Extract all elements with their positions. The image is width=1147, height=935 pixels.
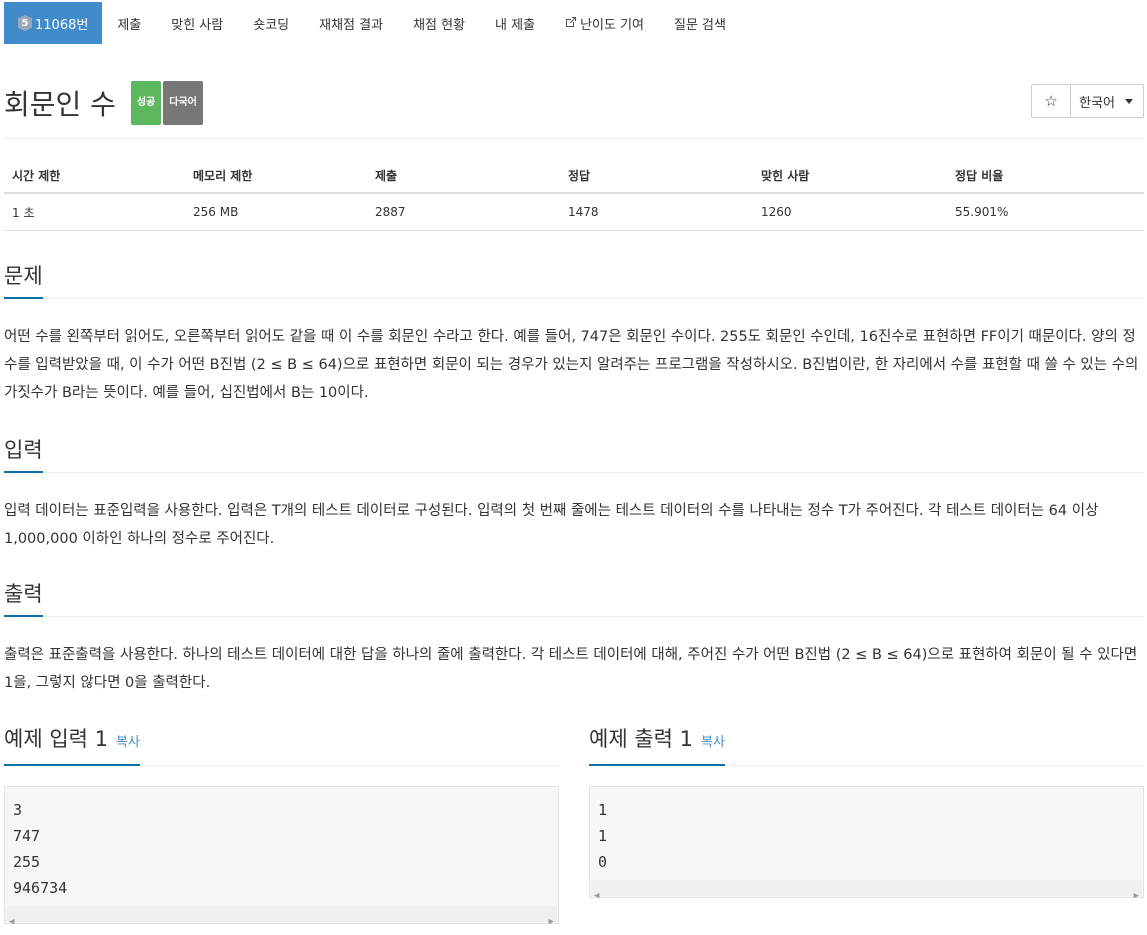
tab-status[interactable]: 채점 현황 (398, 2, 480, 44)
scroll-left-arrow-icon[interactable]: ◀ (9, 909, 14, 935)
output-description: 출력은 표준출력을 사용한다. 하나의 테스트 데이터에 대한 답을 하나의 줄… (4, 647, 1138, 691)
sample-output-heading: 예제 출력 1 복사 (589, 726, 725, 766)
title-row: 회문인 수 성공 다국어 ☆ 한국어 (4, 81, 1144, 139)
info-cell: 256 MB (185, 193, 367, 231)
copy-sample-input-button[interactable]: 복사 (116, 735, 140, 750)
tab-rejudge-results[interactable]: 재채점 결과 (304, 2, 398, 44)
problem-menu: 5 11068번 제출 맞힌 사람 숏코딩 재채점 결과 채점 현황 내 제출 … (4, 2, 741, 44)
problem-description: 어떤 수를 왼쪽부터 읽어도, 오른쪽부터 읽어도 같을 때 이 수를 회문인 … (4, 329, 1139, 401)
problem-page: 5 11068번 제출 맞힌 사람 숏코딩 재채점 결과 채점 현황 내 제출 … (0, 0, 1147, 927)
external-link-icon (565, 16, 577, 31)
sample-output-line: 1 (598, 827, 608, 845)
output-heading: 출력 (4, 581, 43, 617)
star-icon[interactable]: ☆ (1032, 85, 1072, 117)
tab-difficulty-label: 난이도 기여 (580, 17, 644, 33)
sample-input-line: 255 (13, 853, 41, 871)
caret-down-icon (1125, 98, 1133, 104)
sample-input-line: 747 (13, 827, 41, 845)
info-row: 1 초 256 MB 2887 1478 1260 55.901% (4, 193, 1144, 231)
output-section-header: 출력 (4, 580, 1144, 617)
sample-input-line: 3 (13, 801, 23, 819)
language-dropdown[interactable]: 한국어 (1071, 85, 1143, 117)
info-cell: 2887 (367, 193, 560, 231)
sample-input-lines: 3 747 255 946734 (5, 787, 558, 905)
language-value: 한국어 (1079, 95, 1115, 111)
title-actions: ☆ 한국어 (1031, 84, 1144, 118)
scroll-right-arrow-icon[interactable]: ▶ (549, 909, 554, 935)
tab-short-coding[interactable]: 숏코딩 (238, 2, 304, 44)
tab-problem[interactable]: 5 11068번 (4, 2, 103, 44)
info-cell: 55.901% (947, 193, 1144, 231)
multilingual-badge: 다국어 (163, 81, 203, 125)
sample-output-title: 예제 출력 1 (589, 727, 693, 751)
success-badge: 성공 (130, 81, 162, 125)
problem-title: 회문인 수 (4, 88, 116, 121)
sample-input-title: 예제 입력 1 (4, 727, 108, 751)
info-header: 메모리 제한 (185, 159, 367, 194)
copy-sample-output-button[interactable]: 복사 (701, 735, 725, 750)
scroll-right-arrow-icon[interactable]: ▶ (1134, 883, 1139, 909)
tab-my-submissions[interactable]: 내 제출 (480, 2, 550, 44)
scroll-left-arrow-icon[interactable]: ◀ (594, 883, 599, 909)
problem-number: 11068번 (35, 17, 89, 33)
sample-input-heading: 예제 입력 1 복사 (4, 726, 140, 766)
input-section-header: 입력 (4, 436, 1144, 473)
sample-input-line: 946734 (13, 879, 68, 897)
tier-badge-icon: 5 (18, 15, 32, 31)
sample-output-lines: 1 1 0 (590, 787, 1143, 879)
page-title: 회문인 수 성공 다국어 (4, 81, 203, 128)
problem-heading: 문제 (4, 263, 43, 299)
sample-output-line: 0 (598, 853, 608, 871)
input-heading: 입력 (4, 437, 43, 473)
tab-difficulty[interactable]: 난이도 기여 (550, 2, 659, 44)
info-header: 정답 비율 (947, 159, 1144, 194)
tab-solved-users[interactable]: 맞힌 사람 (156, 2, 238, 44)
info-header: 정답 (560, 159, 753, 194)
sample-output-header: 예제 출력 1 복사 (589, 725, 1144, 766)
info-header: 시간 제한 (4, 159, 185, 194)
info-cell: 1260 (753, 193, 947, 231)
problem-info-table: 시간 제한 메모리 제한 제출 정답 맞힌 사람 정답 비율 1 초 256 M… (4, 159, 1144, 231)
input-description: 입력 데이터는 표준입력을 사용한다. 입력은 T개의 테스트 데이터로 구성된… (4, 503, 1099, 547)
sample-output-box[interactable]: 1 1 0 ◀ ▶ (589, 786, 1144, 901)
tab-submit[interactable]: 제출 (102, 2, 156, 44)
info-cell: 1478 (560, 193, 753, 231)
tab-question-search[interactable]: 질문 검색 (659, 2, 741, 44)
horizontal-scrollbar[interactable]: ◀ ▶ (6, 906, 557, 927)
info-header: 맞힌 사람 (753, 159, 947, 194)
info-cell: 1 초 (4, 193, 185, 231)
sample-output-line: 1 (598, 801, 608, 819)
sample-input-header: 예제 입력 1 복사 (4, 725, 559, 766)
info-header-row: 시간 제한 메모리 제한 제출 정답 맞힌 사람 정답 비율 (4, 159, 1144, 194)
horizontal-scrollbar[interactable]: ◀ ▶ (591, 880, 1142, 901)
problem-section-header: 문제 (4, 262, 1144, 299)
info-header: 제출 (367, 159, 560, 194)
sample-input-box[interactable]: 3 747 255 946734 ◀ ▶ (4, 786, 559, 927)
